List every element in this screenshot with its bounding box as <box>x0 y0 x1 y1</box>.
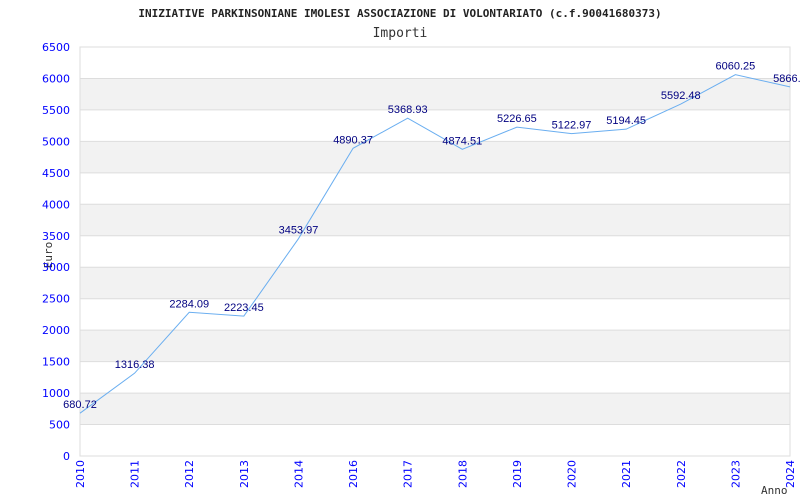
x-tick-label: 2021 <box>620 460 633 488</box>
data-label: 4874.51 <box>442 135 482 147</box>
x-tick-label: 2019 <box>511 460 524 488</box>
grid-band <box>80 393 790 425</box>
grid-band <box>80 330 790 362</box>
y-tick-label: 5500 <box>42 104 70 117</box>
line-chart: INIZIATIVE PARKINSONIANE IMOLESI ASSOCIA… <box>42 7 800 497</box>
x-tick-label: 2011 <box>129 460 142 488</box>
x-tick-label: 2018 <box>456 460 469 488</box>
data-label: 2284.09 <box>169 298 209 310</box>
y-tick-label: 2000 <box>42 324 70 337</box>
data-label: 4890.37 <box>333 134 373 146</box>
x-tick-label: 2012 <box>183 460 196 488</box>
y-tick-label: 3000 <box>42 261 70 274</box>
x-tick-label: 2014 <box>292 460 305 488</box>
x-tick-label: 2016 <box>347 460 360 488</box>
data-label: 2223.45 <box>224 302 264 314</box>
data-label: 1316.38 <box>115 359 155 371</box>
chart-title: INIZIATIVE PARKINSONIANE IMOLESI ASSOCIA… <box>138 7 661 20</box>
y-tick-label: 6000 <box>42 72 70 85</box>
x-tick-label: 2013 <box>238 460 251 488</box>
data-label: 5368.93 <box>388 104 428 116</box>
grid-band <box>80 267 790 299</box>
data-label: 3453.97 <box>279 225 319 237</box>
data-label: 5194.45 <box>606 115 646 127</box>
y-tick-label: 4500 <box>42 167 70 180</box>
x-tick-label: 2022 <box>675 460 688 488</box>
y-tick-label: 2500 <box>42 293 70 306</box>
data-label: 5592.48 <box>661 90 701 102</box>
y-tick-label: 1000 <box>42 387 70 400</box>
y-tick-label: 0 <box>63 450 70 463</box>
y-tick-label: 1500 <box>42 356 70 369</box>
data-label: 5122.97 <box>552 120 592 132</box>
x-tick-label: 2017 <box>402 460 415 488</box>
data-label: 680.72 <box>63 399 97 411</box>
data-label: 5866.5 <box>773 73 800 85</box>
x-tick-label: 2024 <box>784 460 797 488</box>
y-tick-label: 4000 <box>42 198 70 211</box>
y-tick-label: 3500 <box>42 230 70 243</box>
chart-subtitle: Importi <box>373 26 428 41</box>
data-label: 6060.25 <box>716 61 756 73</box>
x-tick-label: 2023 <box>729 460 742 488</box>
x-tick-label: 2010 <box>74 460 87 488</box>
x-tick-label: 2020 <box>566 460 579 488</box>
y-tick-label: 5000 <box>42 135 70 148</box>
grid-band <box>80 141 790 173</box>
data-label: 5226.65 <box>497 113 537 125</box>
y-tick-label: 500 <box>49 419 70 432</box>
y-tick-label: 6500 <box>42 41 70 54</box>
grid-band <box>80 204 790 236</box>
series-line <box>79 74 791 414</box>
